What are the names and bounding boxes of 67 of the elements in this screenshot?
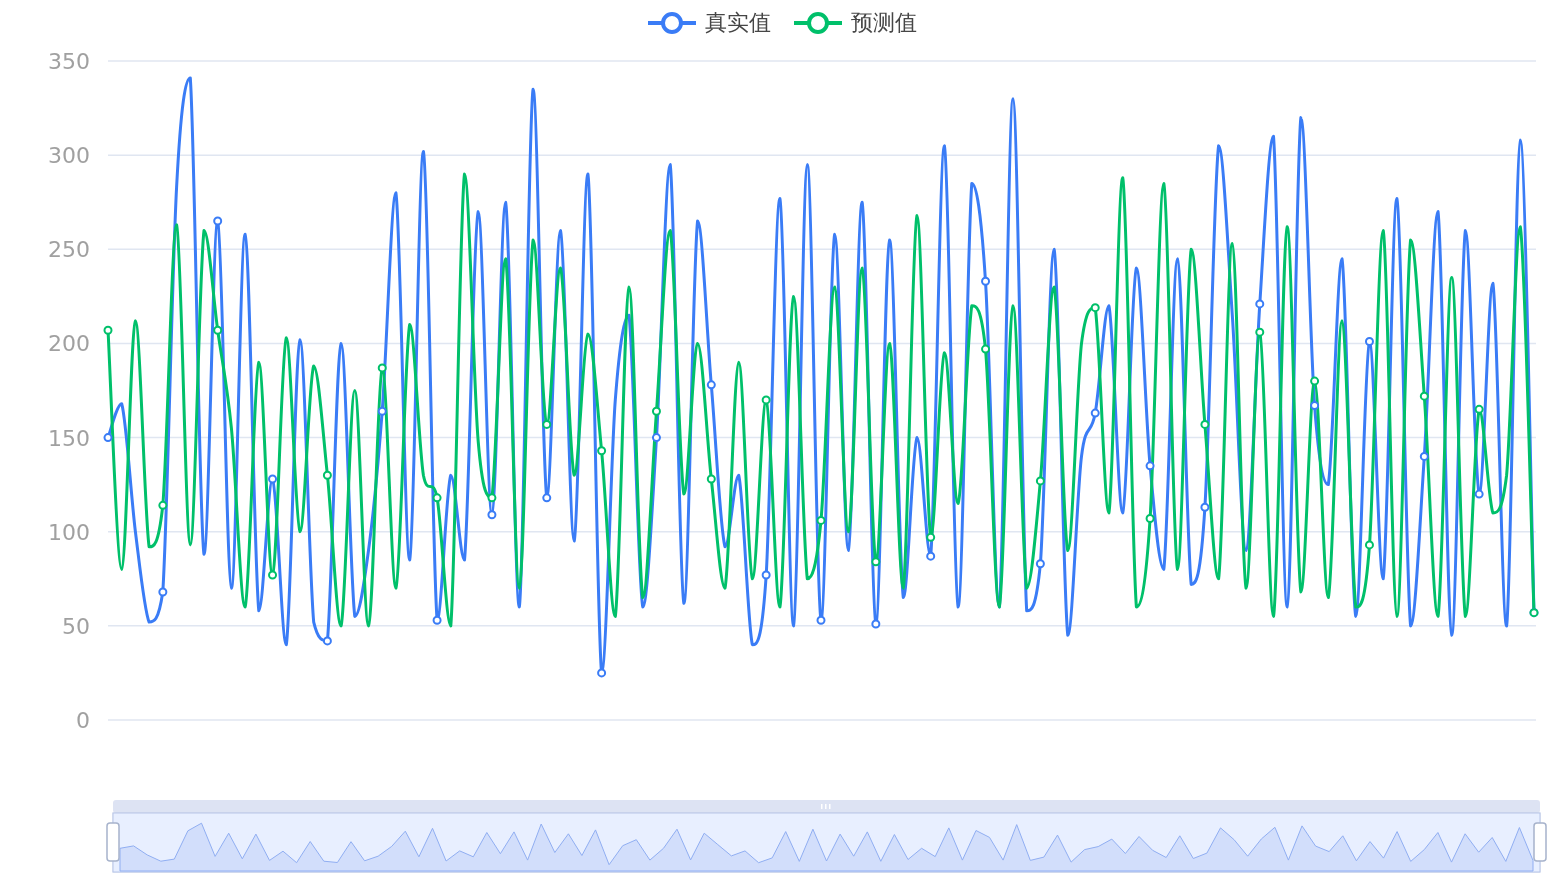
point-marker: [597, 446, 607, 456]
point-marker: [1200, 502, 1210, 512]
point-marker: [158, 500, 168, 510]
point-marker: [761, 570, 771, 580]
point-marker: [268, 570, 278, 580]
point-marker: [158, 587, 168, 597]
axis-tick-label: 300: [48, 143, 90, 169]
point-marker: [377, 406, 387, 416]
point-marker: [542, 493, 552, 503]
point-marker: [597, 668, 607, 678]
point-marker: [1474, 404, 1484, 414]
axis-tick-label: 150: [48, 425, 90, 451]
point-marker: [1145, 514, 1155, 524]
point-marker: [926, 532, 936, 542]
point-marker: [487, 493, 497, 503]
legend-line-icon: [793, 11, 843, 35]
point-marker: [761, 395, 771, 405]
point-marker: [1310, 401, 1320, 411]
point-marker: [1364, 337, 1374, 347]
legend-label[interactable]: 预测值: [851, 8, 917, 38]
point-marker: [377, 363, 387, 373]
slider-handle[interactable]: [106, 822, 120, 862]
point-marker: [542, 419, 552, 429]
axis-tick-label: 350: [48, 49, 90, 74]
point-marker: [432, 615, 442, 625]
point-marker: [103, 325, 113, 335]
point-marker: [103, 433, 113, 443]
point-marker: [1419, 391, 1429, 401]
point-marker: [1090, 303, 1100, 313]
point-marker: [816, 515, 826, 525]
point-marker: [1090, 408, 1100, 418]
point-marker: [487, 510, 497, 520]
axis-tick-label: 250: [48, 237, 90, 263]
point-marker: [1310, 376, 1320, 386]
point-marker: [926, 551, 936, 561]
point-marker: [981, 344, 991, 354]
point-marker: [1200, 419, 1210, 429]
point-marker: [213, 216, 223, 226]
point-marker: [1035, 559, 1045, 569]
axis-tick-label: 100: [48, 519, 90, 545]
point-marker: [322, 636, 332, 646]
point-marker: [1474, 489, 1484, 499]
axis-tick-label: 50: [62, 613, 90, 639]
point-marker: [816, 615, 826, 625]
point-marker: [1145, 461, 1155, 471]
point-marker: [1255, 327, 1265, 337]
point-marker: [871, 619, 881, 629]
point-marker: [1255, 299, 1265, 309]
point-marker: [213, 325, 223, 335]
legend-label[interactable]: 真实值: [705, 8, 771, 38]
slider-handle[interactable]: [1533, 822, 1547, 862]
point-marker: [432, 493, 442, 503]
point-marker: [1419, 451, 1429, 461]
point-marker: [871, 557, 881, 567]
grip-icon[interactable]: [821, 804, 831, 809]
point-marker: [706, 474, 716, 484]
point-marker: [322, 470, 332, 480]
point-marker: [706, 380, 716, 390]
legend-line-icon: [647, 11, 697, 35]
point-marker: [651, 406, 661, 416]
point-marker: [268, 474, 278, 484]
point-marker: [1035, 476, 1045, 486]
point-marker: [981, 276, 991, 286]
axis-tick-label: 0: [76, 708, 90, 733]
point-marker: [1364, 540, 1374, 550]
point-marker: [651, 433, 661, 443]
axis-tick-label: 200: [48, 331, 90, 357]
